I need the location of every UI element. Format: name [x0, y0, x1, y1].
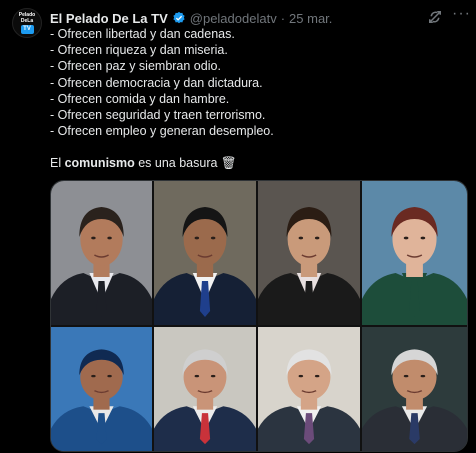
photo-1[interactable]: [51, 181, 152, 325]
grok-icon[interactable]: [426, 8, 444, 26]
photo-2[interactable]: [154, 181, 256, 325]
closing-text-before: El: [50, 156, 65, 170]
avatar-text-line2: DeLa: [20, 18, 34, 24]
portrait-image: [154, 181, 256, 325]
avatar-tv-badge: TV: [20, 25, 34, 34]
photo-4[interactable]: [362, 181, 467, 325]
photo-8[interactable]: [362, 327, 467, 451]
photo-7[interactable]: [258, 327, 360, 451]
tweet-line: - Ofrecen riqueza y dan miseria.: [50, 43, 228, 58]
author-handle[interactable]: @peladodelatv: [190, 11, 277, 26]
tweet-header: El Pelado De La TV @peladodelatv · 25 ma…: [50, 9, 436, 27]
tweet-line: - Ofrecen empleo y generan desempleo.: [50, 124, 274, 139]
tweet-text: - Ofrecen libertad y dan cadenas. - Ofre…: [50, 26, 460, 139]
tweet-line: - Ofrecen paz y siembran odio.: [50, 59, 221, 74]
author-name[interactable]: El Pelado De La TV: [50, 11, 168, 26]
wastebasket-icon: 🗑: [220, 156, 237, 170]
separator-dot: ·: [280, 10, 286, 26]
tweet-closing-line: El comunismo es una basura 🗑: [50, 155, 237, 171]
tweet-date[interactable]: 25 mar.: [289, 11, 332, 26]
photo-6[interactable]: [154, 327, 256, 451]
more-icon[interactable]: ···: [452, 6, 470, 26]
photo-3[interactable]: [258, 181, 360, 325]
photo-5[interactable]: [51, 327, 152, 451]
portrait-image: [154, 327, 256, 451]
portrait-image: [362, 181, 467, 325]
portrait-image: [362, 327, 467, 451]
author-avatar[interactable]: Pelado DeLa TV: [12, 8, 42, 38]
portrait-image: [258, 327, 360, 451]
portrait-image: [258, 181, 360, 325]
closing-bold-word: comunismo: [64, 156, 135, 170]
portrait-image: [51, 181, 152, 325]
tweet-line: - Ofrecen comida y dan hambre.: [50, 91, 230, 106]
tweet-line: - Ofrecen libertad y dan cadenas.: [50, 27, 235, 41]
tweet-line: - Ofrecen democracia y dan dictadura.: [50, 75, 263, 90]
verified-badge-icon: [173, 11, 185, 24]
tweet-line: - Ofrecen seguridad y traen terrorismo.: [50, 108, 266, 123]
media-grid[interactable]: [50, 180, 468, 452]
portrait-image: [51, 327, 152, 451]
closing-text-after: es una basura: [134, 156, 221, 170]
